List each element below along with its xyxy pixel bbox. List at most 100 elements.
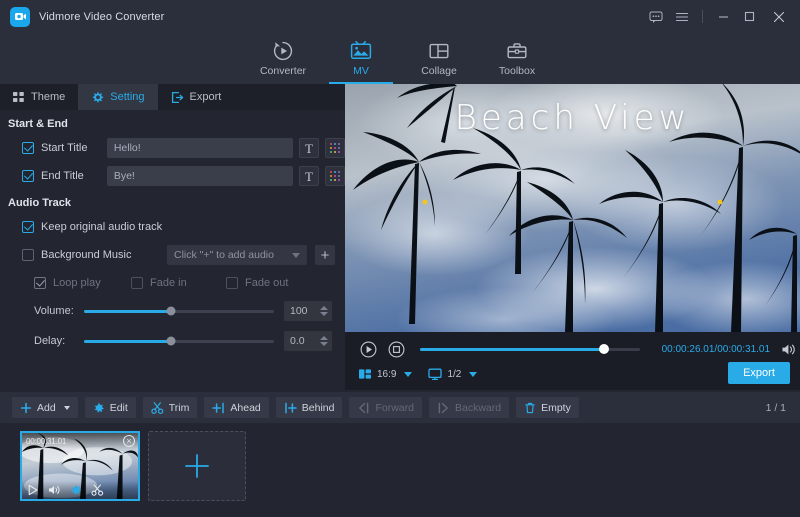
volume-button[interactable] — [778, 338, 800, 360]
window-controls-divider — [702, 10, 703, 23]
add-clip-button[interactable] — [148, 431, 246, 501]
settings-panel: Start & End Start Title T End Title T — [0, 110, 345, 390]
application-window: Vidmore Video Converter — [0, 0, 800, 517]
fade-in-checkbox[interactable] — [131, 277, 143, 289]
minimize-icon[interactable] — [710, 0, 736, 33]
audio-select-dropdown[interactable]: Click "+" to add audio — [167, 245, 307, 265]
menu-icon[interactable] — [669, 0, 695, 33]
start-title-checkbox[interactable] — [22, 142, 34, 154]
window-controls — [643, 0, 800, 33]
clip-edit-icon[interactable] — [70, 484, 82, 496]
mode-toolbox-label: Toolbox — [499, 65, 535, 77]
keep-original-audio-label: Keep original audio track — [41, 221, 162, 233]
feedback-icon[interactable] — [643, 0, 669, 33]
start-title-color-button[interactable] — [325, 138, 345, 158]
backward-button-label: Backward — [455, 402, 501, 414]
ahead-button[interactable]: Ahead — [204, 397, 268, 418]
aspect-ratio-value: 16:9 — [377, 369, 396, 380]
add-audio-button[interactable]: + — [315, 245, 335, 265]
playback-progress-fill — [420, 348, 605, 351]
close-icon[interactable] — [762, 0, 796, 33]
clip-remove-button[interactable]: × — [123, 435, 135, 447]
start-title-row: Start Title T — [0, 137, 345, 159]
background-music-label: Background Music — [41, 249, 161, 261]
play-button[interactable] — [358, 338, 380, 360]
volume-increment-button[interactable] — [320, 306, 328, 310]
add-chevron-down-icon[interactable] — [64, 406, 70, 410]
clip-play-icon[interactable] — [27, 484, 39, 496]
background-music-checkbox[interactable] — [22, 249, 34, 261]
edit-button[interactable]: Edit — [85, 397, 136, 418]
start-title-text-style-button[interactable]: T — [299, 138, 319, 158]
clip-thumbnail[interactable]: 00:00:31.01 × — [20, 431, 140, 501]
film-strip: 00:00:31.01 × — [0, 423, 800, 517]
aspect-ratio-chevron-down-icon[interactable] — [404, 372, 412, 377]
mode-collage[interactable]: Collage — [400, 33, 478, 84]
behind-button[interactable]: Behind — [276, 397, 343, 418]
start-end-section-title: Start & End — [0, 118, 345, 130]
end-title-text-style-button[interactable]: T — [299, 166, 319, 186]
keep-original-audio-checkbox[interactable] — [22, 221, 34, 233]
app-title: Vidmore Video Converter — [39, 11, 164, 23]
volume-stepper-arrows — [320, 306, 328, 316]
mode-toolbox[interactable]: Toolbox — [478, 33, 556, 84]
tab-theme-label: Theme — [31, 91, 65, 103]
delay-decrement-button[interactable] — [320, 342, 328, 346]
start-title-input[interactable] — [107, 138, 293, 158]
clip-volume-icon[interactable] — [48, 484, 61, 496]
delay-stepper[interactable]: 0.0 — [284, 331, 332, 351]
zoom-control[interactable]: 1/2 — [428, 367, 461, 381]
video-preview[interactable]: Beach View — [345, 84, 800, 332]
color-palette-icon — [330, 171, 341, 182]
volume-slider[interactable] — [84, 310, 274, 313]
play-icon — [360, 341, 377, 358]
trim-button-label: Trim — [169, 402, 190, 414]
aspect-ratio-control[interactable]: 16:9 — [358, 367, 396, 381]
clip-trim-icon[interactable] — [91, 484, 104, 496]
volume-stepper[interactable]: 100 — [284, 301, 332, 321]
loop-play-checkbox[interactable] — [34, 277, 46, 289]
tab-setting[interactable]: Setting — [78, 84, 157, 110]
mode-converter-label: Converter — [260, 65, 306, 77]
playback-progress-slider[interactable] — [420, 348, 640, 351]
mv-icon — [350, 40, 372, 62]
mode-mv[interactable]: MV — [322, 33, 400, 84]
delay-slider[interactable] — [84, 340, 274, 343]
delay-increment-button[interactable] — [320, 336, 328, 340]
stop-button[interactable] — [386, 338, 408, 360]
fade-out-label: Fade out — [245, 277, 288, 289]
preview-overlay-title: Beach View — [345, 98, 800, 138]
end-title-input[interactable] — [107, 166, 293, 186]
empty-button[interactable]: Empty — [516, 397, 579, 418]
app-logo-icon — [10, 7, 30, 27]
trim-button[interactable]: Trim — [143, 397, 198, 418]
delay-stepper-arrows — [320, 336, 328, 346]
end-title-color-button[interactable] — [325, 166, 345, 186]
mode-converter[interactable]: Converter — [244, 33, 322, 84]
lens-flare-dot-left — [423, 200, 428, 205]
plus-icon — [182, 451, 212, 481]
maximize-icon[interactable] — [736, 0, 762, 33]
empty-button-label: Empty — [541, 402, 571, 414]
fade-in-label: Fade in — [150, 277, 226, 289]
start-title-label: Start Title — [41, 142, 105, 154]
clip-toolbar: Add Edit Trim A — [0, 392, 800, 423]
fade-out-checkbox[interactable] — [226, 277, 238, 289]
end-title-checkbox[interactable] — [22, 170, 34, 182]
export-button[interactable]: Export — [728, 362, 790, 384]
add-button[interactable]: Add — [12, 397, 78, 418]
tab-theme[interactable]: Theme — [0, 84, 78, 110]
volume-slider-handle[interactable] — [167, 307, 176, 316]
playback-progress-handle[interactable] — [599, 344, 609, 354]
delay-slider-handle[interactable] — [167, 337, 176, 346]
converter-icon — [272, 40, 294, 62]
tab-export[interactable]: Export — [158, 84, 235, 110]
volume-slider-fill — [84, 310, 171, 313]
end-title-text-style-glyph: T — [305, 170, 313, 183]
volume-decrement-button[interactable] — [320, 312, 328, 316]
move-forward-icon — [357, 402, 370, 414]
playback-time: 00:00:26.01/00:00:31.01 — [662, 344, 770, 355]
zoom-chevron-down-icon[interactable] — [469, 372, 477, 377]
toolbox-icon — [506, 40, 528, 62]
plus-icon — [20, 402, 32, 414]
